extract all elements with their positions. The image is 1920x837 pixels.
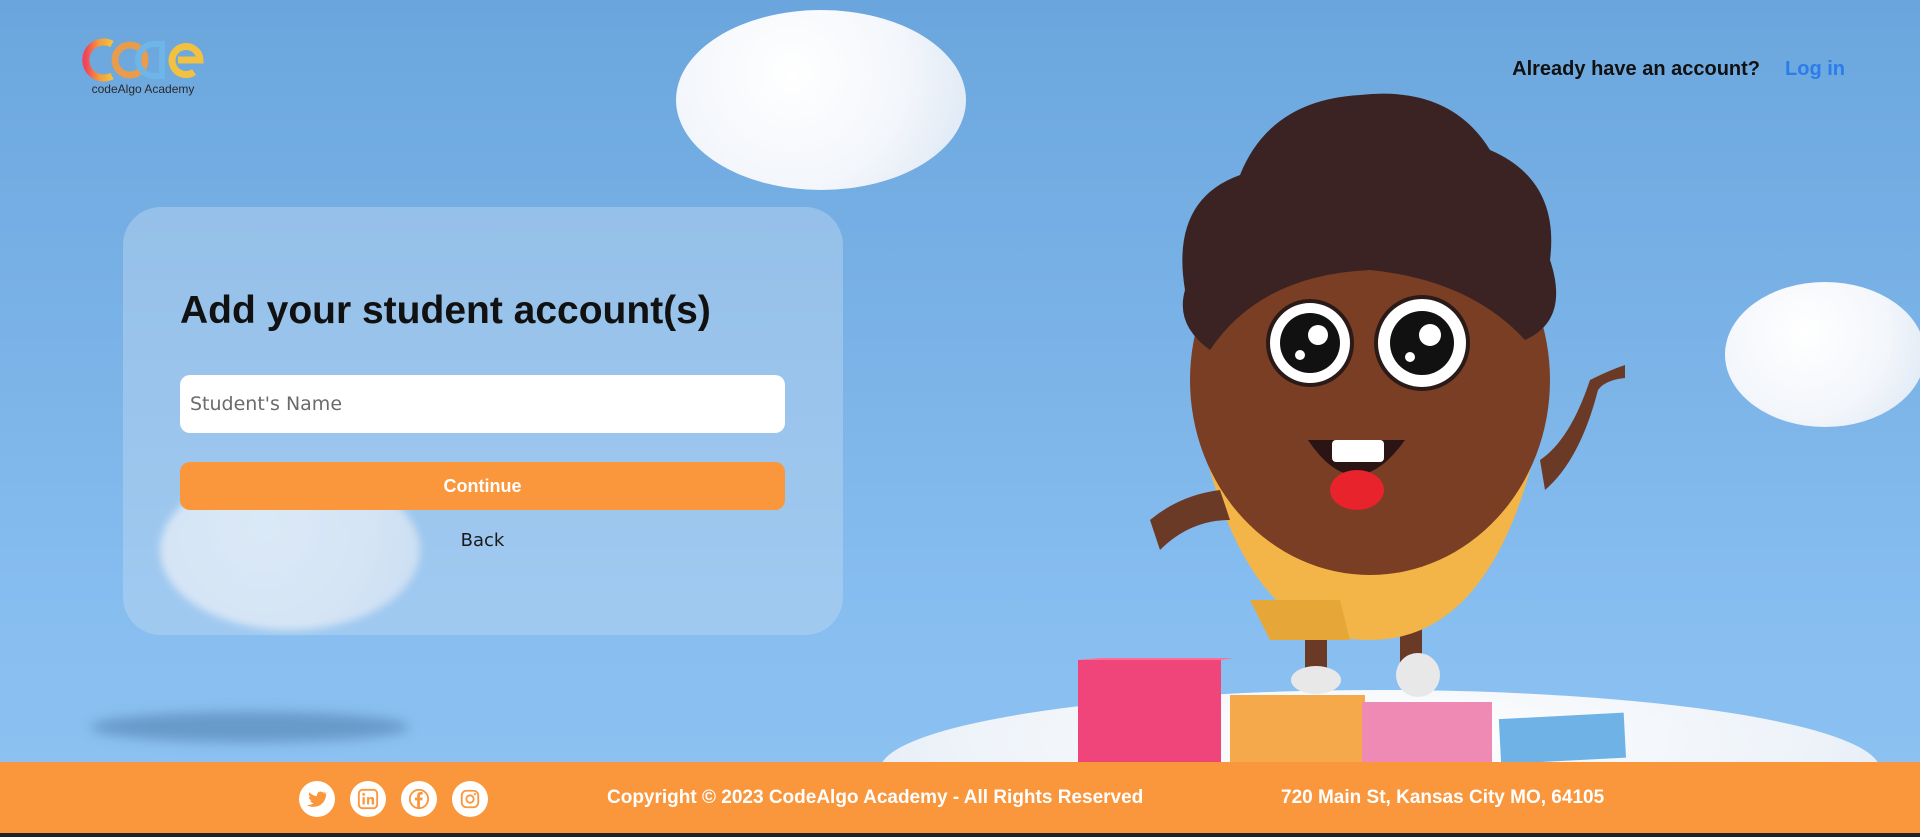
brand-logo[interactable]: codeAlgo Academy [82,38,204,98]
continue-button[interactable]: Continue [180,462,785,510]
logo-text: codeAlgo Academy [91,82,195,96]
page-title: Add your student account(s) [180,289,711,332]
social-links [299,781,488,817]
login-link[interactable]: Log in [1785,58,1845,81]
ground-shadow [90,712,410,742]
student-name-input[interactable] [180,375,785,433]
bottom-strip [0,833,1920,837]
twitter-icon[interactable] [299,781,335,817]
address-text: 720 Main St, Kansas City MO, 64105 [1281,787,1605,808]
footer: Copyright © 2023 CodeAlgo Academy - All … [0,762,1920,837]
account-prompt: Already have an account? [1512,58,1761,80]
copyright-text: Copyright © 2023 CodeAlgo Academy - All … [607,787,1144,808]
student-account-card: Add your student account(s) Continue Bac… [123,207,843,635]
mascot-illustration [1078,93,1627,762]
cloud-top [676,10,966,190]
instagram-icon[interactable] [452,781,488,817]
header-account-area: Already have an account? Log in [1512,58,1845,81]
logo-icon [82,38,204,82]
back-button[interactable]: Back [180,530,785,551]
facebook-icon[interactable] [401,781,437,817]
linkedin-icon[interactable] [350,781,386,817]
cloud-right [1725,282,1920,427]
